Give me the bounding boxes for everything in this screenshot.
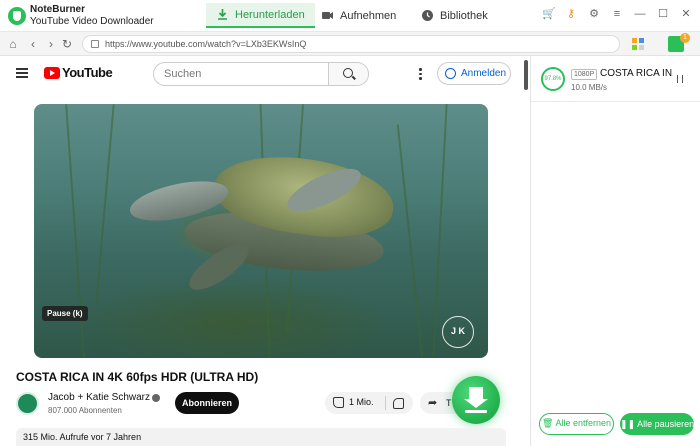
download-fab-button[interactable] <box>452 376 500 424</box>
remove-all-button[interactable]: 🗑 Alle entfernen <box>539 413 614 435</box>
thumbs-down-icon[interactable] <box>393 398 404 409</box>
search-input[interactable]: Suchen <box>153 62 369 86</box>
forward-icon[interactable]: › <box>44 37 58 51</box>
thumbs-up-icon[interactable] <box>333 397 344 408</box>
download-icon <box>216 8 229 21</box>
youtube-logo-text[interactable]: YouTube <box>62 65 113 80</box>
pause-all-button[interactable]: ❚❚ Alle pausieren <box>620 413 694 435</box>
tab-herunterladen[interactable]: Herunterladen <box>206 3 315 28</box>
cart-icon[interactable]: 🛒 <box>542 8 556 20</box>
minimize-icon[interactable]: — <box>634 8 646 20</box>
video-player[interactable]: Pause (k) J K <box>34 104 488 358</box>
channel-avatar[interactable] <box>16 392 39 415</box>
channel-name[interactable]: Jacob + Katie Schwarz <box>48 392 150 403</box>
verified-check-icon <box>152 394 160 402</box>
scrollbar[interactable] <box>524 60 528 90</box>
close-icon[interactable]: ✕ <box>680 8 692 20</box>
download-title: COSTA RICA IN 4K 60fps HDR (ULTRA HD) <box>600 68 672 79</box>
app-subtitle: YouTube Video Downloader <box>30 16 154 27</box>
share-label: T <box>446 398 452 408</box>
download-item: 97.8% 1080P COSTA RICA IN 4K 60fps HDR (… <box>531 56 700 102</box>
pause-tooltip: Pause (k) <box>42 306 88 321</box>
clock-icon <box>421 9 434 22</box>
video-camera-icon <box>321 9 334 22</box>
apps-grid-icon[interactable] <box>632 38 644 50</box>
key-icon[interactable]: ⚷ <box>565 8 577 20</box>
views-info: 315 Mio. Aufrufe vor 7 Jahren <box>16 428 506 446</box>
hamburger-menu-icon[interactable] <box>16 68 28 78</box>
tab-label: Aufnehmen <box>340 9 397 22</box>
queue-badge: 1 <box>680 33 690 43</box>
window-controls: 🛒 ⚷ ⚙ ≡ — ☐ ✕ <box>542 8 692 20</box>
download-speed: 10.0 MB/s <box>571 83 608 92</box>
download-arrow-icon <box>464 387 488 408</box>
divider <box>385 396 386 410</box>
download-panel: 97.8% 1080P COSTA RICA IN 4K 60fps HDR (… <box>530 56 700 446</box>
tab-aufnehmen[interactable]: Aufnehmen <box>321 3 396 28</box>
search-placeholder: Suchen <box>164 68 202 80</box>
tab-label: Herunterladen <box>235 8 305 21</box>
address-bar: ⌂ ‹ › ↻ https://www.youtube.com/watch?v=… <box>0 31 700 56</box>
app-name: NoteBurner <box>30 4 86 15</box>
share-arrow-icon: ➦ <box>428 397 438 409</box>
tab-bibliothek[interactable]: Bibliothek <box>421 3 488 28</box>
progress-ring: 97.8% <box>541 67 565 91</box>
maximize-icon[interactable]: ☐ <box>657 8 669 20</box>
trash-icon: 🗑 <box>542 418 554 428</box>
account-icon <box>445 68 456 79</box>
search-button[interactable] <box>328 63 368 85</box>
tab-label: Bibliothek <box>440 9 488 22</box>
signin-label: Anmelden <box>461 68 507 79</box>
pause-icon[interactable] <box>677 75 683 83</box>
youtube-page: YouTube Suchen Anmelden Pause (k) J K CO… <box>0 56 530 446</box>
back-icon[interactable]: ‹ <box>26 37 40 51</box>
gear-icon[interactable]: ⚙ <box>588 8 600 20</box>
reload-icon[interactable]: ↻ <box>60 37 74 51</box>
subscribe-button[interactable]: Abonnieren <box>175 392 239 414</box>
video-title: COSTA RICA IN 4K 60fps HDR (ULTRA HD) <box>16 370 259 384</box>
lock-icon <box>91 40 99 48</box>
like-dislike-group: 1 Mio. <box>325 392 413 414</box>
more-options-icon[interactable] <box>418 68 422 80</box>
pause-all-icon: ❚❚ <box>620 419 636 429</box>
url-text: https://www.youtube.com/watch?v=LXb3EKWs… <box>105 39 307 49</box>
home-icon[interactable]: ⌂ <box>6 37 20 51</box>
quality-badge: 1080P <box>571 69 598 80</box>
youtube-header: YouTube Suchen Anmelden <box>0 56 530 92</box>
pause-all-label: Alle pausieren <box>637 419 694 429</box>
channel-watermark[interactable]: J K <box>442 316 474 348</box>
channel-subscribers: 807.000 Abonnenten <box>48 406 122 415</box>
youtube-logo-icon[interactable] <box>44 67 60 79</box>
app-window: NoteBurner YouTube Video Downloader Heru… <box>0 0 700 446</box>
signin-button[interactable]: Anmelden <box>437 62 511 85</box>
title-bar: NoteBurner YouTube Video Downloader Heru… <box>0 0 700 31</box>
remove-all-label: Alle entfernen <box>555 418 611 428</box>
url-field[interactable]: https://www.youtube.com/watch?v=LXb3EKWs… <box>82 35 620 53</box>
menu-icon[interactable]: ≡ <box>611 8 623 20</box>
like-count[interactable]: 1 Mio. <box>349 397 374 407</box>
app-logo-icon <box>8 7 26 25</box>
